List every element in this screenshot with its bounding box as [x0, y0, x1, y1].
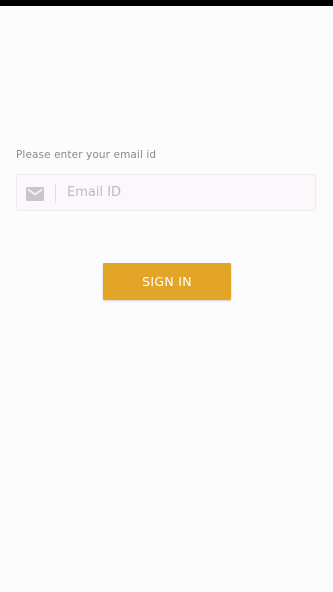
email-prompt-label: Please enter your email id	[16, 149, 157, 161]
mail-icon	[26, 186, 44, 201]
email-input[interactable]	[67, 175, 307, 210]
status-bar	[0, 0, 333, 6]
email-field-container[interactable]	[16, 174, 316, 211]
sign-in-button[interactable]: SIGN IN	[103, 263, 231, 300]
field-divider	[55, 184, 56, 203]
